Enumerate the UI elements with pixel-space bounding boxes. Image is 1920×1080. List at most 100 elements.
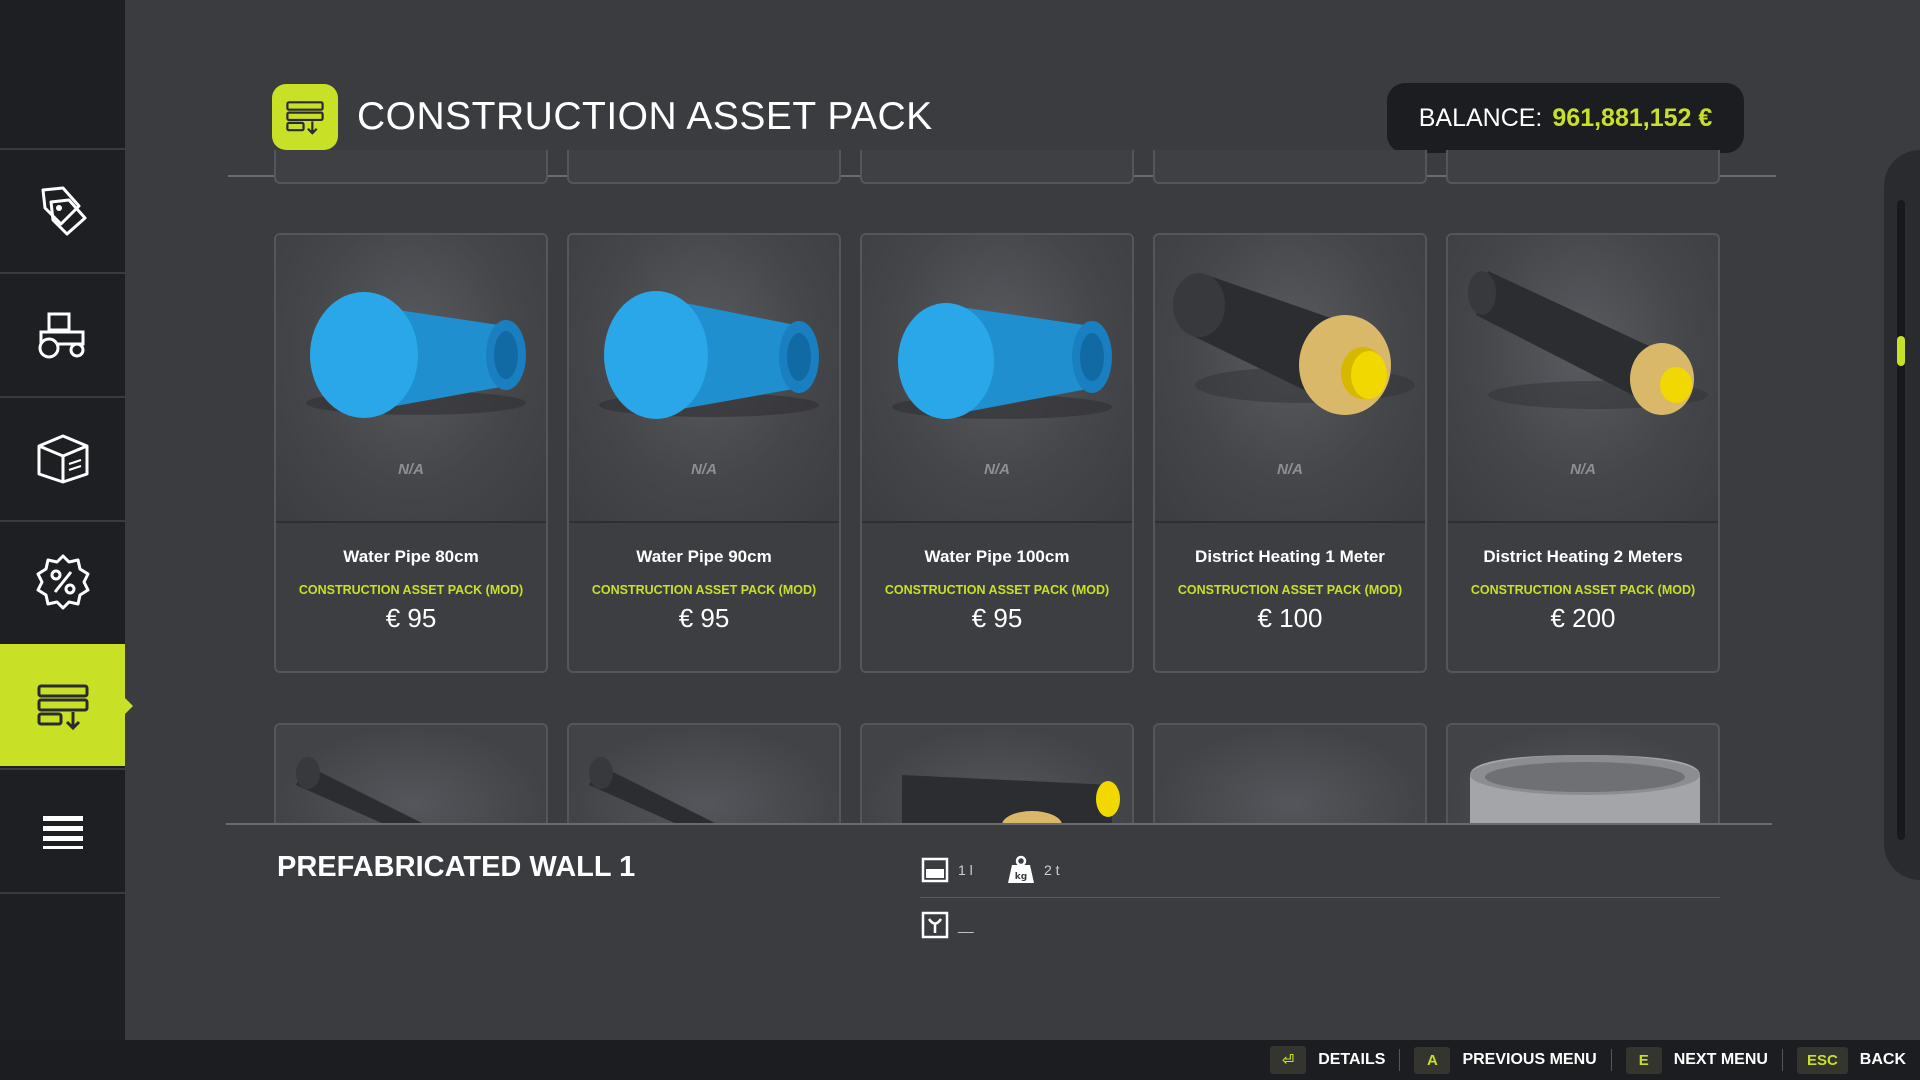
fill-type-spec: __ — [920, 910, 974, 940]
product-name: Water Pipe 100cm — [924, 547, 1070, 566]
card-partial-bottom[interactable] — [860, 723, 1134, 823]
sidebar-item-construction[interactable] — [0, 644, 133, 766]
availability-label: N/A — [1277, 461, 1303, 478]
key-esc-icon: ESC — [1796, 1046, 1848, 1074]
product-card[interactable]: N/A Water Pipe 100cm CONSTRUCTION ASSET … — [860, 233, 1134, 673]
product-name: Water Pipe 90cm — [636, 547, 772, 566]
svg-text:kg: kg — [1015, 872, 1027, 882]
capacity-icon — [921, 857, 949, 883]
next-menu-button[interactable]: E NEXT MENU — [1625, 1046, 1768, 1074]
product-card[interactable]: N/A Water Pipe 80cm CONSTRUCTION ASSET P… — [274, 233, 548, 673]
product-info: Water Pipe 80cm CONSTRUCTION ASSET PACK … — [276, 521, 546, 671]
details-label: DETAILS — [1318, 1051, 1386, 1068]
balance-display: BALANCE: 961,881,152 € — [1387, 83, 1744, 153]
balance-label: BALANCE: — [1418, 103, 1543, 132]
product-pack: CONSTRUCTION ASSET PACK (MOD) — [591, 583, 817, 597]
product-name: Water Pipe 80cm — [343, 547, 479, 566]
details-button[interactable]: ⏎ DETAILS — [1270, 1046, 1385, 1074]
heating-pipe-image — [1173, 273, 1415, 415]
enter-key-icon: ⏎ — [1270, 1046, 1307, 1074]
details-divider — [920, 897, 1720, 898]
back-button[interactable]: ESC BACK — [1796, 1046, 1906, 1074]
product-thumbnail — [276, 235, 546, 521]
product-price: € 95 — [385, 603, 437, 633]
product-thumbnail — [1448, 235, 1718, 521]
weight-spec: kg 2 t — [1006, 855, 1060, 885]
construction-pack-icon — [286, 101, 324, 135]
product-pack: CONSTRUCTION ASSET PACK (MOD) — [298, 583, 524, 597]
product-price: € 95 — [971, 603, 1023, 633]
product-card[interactable]: N/A District Heating 2 Meters CONSTRUCTI… — [1446, 233, 1720, 673]
fill-type-value: __ — [958, 917, 974, 933]
sidebar — [0, 0, 133, 1040]
product-info: District Heating 2 Meters CONSTRUCTION A… — [1448, 521, 1718, 671]
card-partial-top[interactable] — [1153, 150, 1427, 184]
concrete-ring-image — [1470, 755, 1700, 823]
selected-item-title: PREFABRICATED WALL 1 — [277, 851, 636, 883]
availability-label: N/A — [691, 461, 717, 478]
box-icon — [37, 434, 88, 484]
card-partial-top[interactable] — [860, 150, 1134, 184]
capacity-value: 1 l — [958, 862, 973, 878]
card-partial-bottom[interactable] — [567, 723, 841, 823]
product-pack: CONSTRUCTION ASSET PACK (MOD) — [1177, 583, 1403, 597]
product-info: District Heating 1 Meter CONSTRUCTION AS… — [1155, 521, 1425, 671]
page-title: CONSTRUCTION ASSET PACK — [357, 95, 933, 138]
grid-divider — [226, 823, 1772, 825]
scrollbar-thumb[interactable] — [1897, 336, 1905, 366]
blue-pipe-image — [892, 303, 1112, 419]
product-card[interactable]: N/A Water Pipe 90cm CONSTRUCTION ASSET P… — [567, 233, 841, 673]
price-tags-icon — [41, 186, 86, 236]
card-partial-bottom[interactable] — [274, 723, 548, 823]
sidebar-item-vehicles[interactable] — [0, 272, 125, 394]
balance-value: 961,881,152 € — [1552, 103, 1713, 132]
pipe-image — [589, 757, 715, 823]
sidebar-item-menu[interactable] — [0, 768, 125, 890]
previous-menu-button[interactable]: A PREVIOUS MENU — [1414, 1046, 1597, 1074]
product-name: District Heating 2 Meters — [1483, 547, 1683, 566]
key-e-icon: E — [1625, 1046, 1662, 1074]
back-label: BACK — [1859, 1051, 1906, 1068]
card-partial-bottom[interactable] — [1153, 723, 1427, 823]
product-info: Water Pipe 90cm CONSTRUCTION ASSET PACK … — [569, 521, 839, 671]
card-partial-bottom[interactable] — [1446, 723, 1720, 823]
list-icon — [42, 816, 83, 849]
availability-label: N/A — [398, 461, 424, 478]
heating-pipe-image — [1468, 271, 1708, 415]
product-info: Water Pipe 100cm CONSTRUCTION ASSET PACK… — [862, 521, 1132, 671]
capacity-spec: 1 l — [920, 855, 973, 885]
fill-type-icon — [921, 911, 949, 939]
next-menu-label: NEXT MENU — [1673, 1051, 1768, 1068]
previous-menu-label: PREVIOUS MENU — [1462, 1051, 1597, 1068]
product-pack: CONSTRUCTION ASSET PACK (MOD) — [884, 583, 1110, 597]
card-partial-top[interactable] — [1446, 150, 1720, 184]
product-price: € 100 — [1257, 603, 1323, 633]
footer-bar: ⏎ DETAILS A PREVIOUS MENU E NEXT MENU ES… — [0, 1040, 1920, 1080]
pipe-image — [296, 757, 422, 823]
construction-pack-icon — [37, 684, 88, 731]
card-partial-top[interactable] — [274, 150, 548, 184]
scrollbar-rail[interactable] — [1897, 200, 1905, 840]
category-icon — [272, 84, 338, 150]
weight-icon: kg — [1008, 855, 1034, 883]
product-thumbnail — [569, 235, 839, 521]
sidebar-item-sales[interactable] — [0, 520, 125, 642]
product-card[interactable]: N/A District Heating 1 Meter CONSTRUCTIO… — [1153, 233, 1427, 673]
tractor-icon — [38, 312, 84, 359]
blue-pipe-image — [306, 292, 526, 418]
product-thumbnail — [1155, 235, 1425, 521]
card-partial-top[interactable] — [567, 150, 841, 184]
product-price: € 95 — [678, 603, 730, 633]
blue-pipe-image — [599, 291, 819, 419]
availability-label: N/A — [984, 461, 1010, 478]
product-pack: CONSTRUCTION ASSET PACK (MOD) — [1470, 583, 1696, 597]
heating-pipe-image — [902, 775, 1120, 823]
sidebar-item-shop-tags[interactable] — [0, 148, 125, 270]
product-thumbnail — [862, 235, 1132, 521]
weight-value: 2 t — [1044, 862, 1060, 878]
product-name: District Heating 1 Meter — [1195, 547, 1385, 566]
availability-label: N/A — [1570, 461, 1596, 478]
percent-icon — [36, 554, 89, 610]
sidebar-item-objects[interactable] — [0, 396, 125, 518]
product-price: € 200 — [1550, 603, 1616, 633]
